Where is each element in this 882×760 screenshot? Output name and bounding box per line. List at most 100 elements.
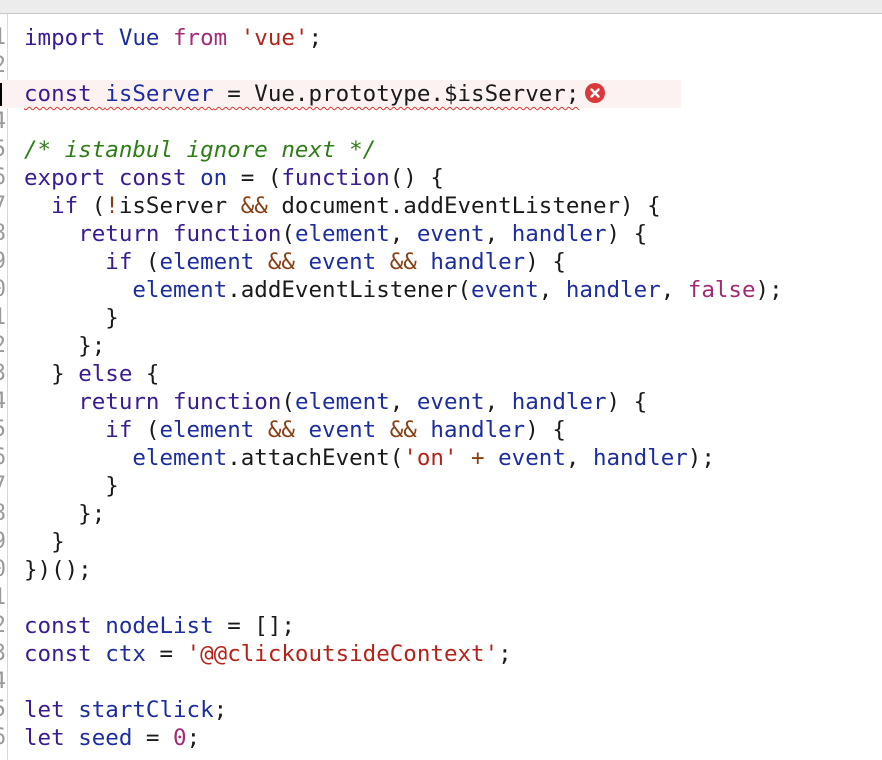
code-token: && xyxy=(240,193,268,219)
code-line[interactable]: } xyxy=(24,472,882,500)
code-token: = []; xyxy=(213,613,295,639)
code-token: function xyxy=(173,389,282,415)
code-token: = ( xyxy=(227,165,282,191)
line-number: 4 xyxy=(0,108,6,136)
code-token: ) { xyxy=(525,249,566,275)
line-number-gutter: 12345678901234567890123456 xyxy=(0,14,8,760)
error-circle-icon[interactable] xyxy=(585,83,606,103)
code-token: ; xyxy=(498,641,512,667)
code-line[interactable]: }; xyxy=(24,332,882,360)
line-number: 2 xyxy=(0,332,6,360)
code-token: if xyxy=(105,417,133,443)
code-token: event xyxy=(308,417,377,443)
code-line[interactable] xyxy=(24,52,882,80)
code-token: && xyxy=(267,249,295,275)
code-token: '@@clickoutsideContext' xyxy=(186,641,499,667)
code-token: ( xyxy=(132,249,160,275)
code-token: }; xyxy=(24,501,106,527)
code-line[interactable]: const nodeList = []; xyxy=(24,612,882,640)
code-token: from xyxy=(173,25,241,51)
code-token: element xyxy=(294,389,390,415)
code-token: let xyxy=(24,725,79,751)
code-line-error[interactable]: const isServer = Vue.prototype.$isServer… xyxy=(0,80,681,108)
line-number: 7 xyxy=(0,472,6,500)
code-token: seed xyxy=(78,725,133,751)
code-line[interactable]: import Vue from 'vue'; xyxy=(24,24,882,52)
code-editor[interactable]: import Vue from 'vue'; const isServer = V… xyxy=(0,24,882,752)
code-token: , xyxy=(484,389,512,415)
code-token: } xyxy=(24,361,79,387)
code-line[interactable]: element.attachEvent('on' + event, handle… xyxy=(24,444,882,472)
code-token: , xyxy=(389,389,417,415)
code-line[interactable]: } xyxy=(24,528,882,556)
line-number: 4 xyxy=(0,388,6,416)
code-line[interactable]: if (element && event && handler) { xyxy=(24,416,882,444)
code-token: ) { xyxy=(606,221,648,247)
code-line[interactable]: } xyxy=(24,304,882,332)
code-token: false xyxy=(687,277,756,303)
code-token: ) { xyxy=(525,417,566,443)
code-token: ctx xyxy=(105,641,146,667)
code-token: const xyxy=(24,613,106,639)
code-token: import xyxy=(24,25,119,51)
code-token: handler xyxy=(565,277,661,303)
code-token: event xyxy=(416,389,485,415)
code-line[interactable] xyxy=(24,668,882,696)
code-token: 0 xyxy=(173,725,187,751)
code-token: const xyxy=(24,81,106,107)
code-token: , xyxy=(538,277,566,303)
code-token: handler xyxy=(430,417,526,443)
code-line[interactable]: /* istanbul ignore next */ xyxy=(24,136,882,164)
code-line[interactable]: }; xyxy=(24,500,882,528)
code-line[interactable]: let seed = 0; xyxy=(24,724,882,752)
code-token: })(); xyxy=(24,557,92,583)
code-token: ); xyxy=(755,277,783,303)
code-line[interactable]: export const on = (function() { xyxy=(24,164,882,192)
code-token: ! xyxy=(105,193,119,219)
line-number: 4 xyxy=(0,668,6,696)
code-line[interactable] xyxy=(24,584,882,612)
line-number: 6 xyxy=(0,164,6,192)
code-token: else xyxy=(78,361,133,387)
code-line[interactable]: let startClick; xyxy=(24,696,882,724)
code-token: if xyxy=(51,193,79,219)
code-line[interactable]: if (!isServer && document.addEventListen… xyxy=(24,192,882,220)
code-line[interactable]: return function(element, event, handler)… xyxy=(24,220,882,248)
code-token: ( xyxy=(281,221,295,247)
code-token: ; xyxy=(186,725,201,751)
code-line[interactable]: element.addEventListener(event, handler,… xyxy=(24,276,882,304)
line-number: 2 xyxy=(0,612,6,640)
line-number: 5 xyxy=(0,696,6,724)
code-line[interactable] xyxy=(24,108,882,136)
code-token: document.addEventListener) { xyxy=(267,193,661,219)
code-line[interactable]: return function(element, event, handler)… xyxy=(24,388,882,416)
code-token: nodeList xyxy=(105,613,214,639)
code-token: && xyxy=(267,417,295,443)
code-token: export xyxy=(24,165,119,191)
line-number: 5 xyxy=(0,136,6,164)
code-token: element xyxy=(132,277,228,303)
line-number: 1 xyxy=(0,304,6,332)
code-line[interactable]: if (element && event && handler) { xyxy=(24,248,882,276)
code-line[interactable]: } else { xyxy=(24,360,882,388)
line-number: 1 xyxy=(0,24,6,52)
code-token: /* istanbul ignore next */ xyxy=(24,137,377,163)
code-token: let xyxy=(24,697,79,723)
code-token: handler xyxy=(592,445,688,471)
line-number: 3 xyxy=(0,360,6,388)
code-line[interactable]: const ctx = '@@clickoutsideContext'; xyxy=(24,640,882,668)
code-line[interactable]: })(); xyxy=(24,556,882,584)
code-token: element xyxy=(294,221,390,247)
code-token: , xyxy=(389,221,417,247)
